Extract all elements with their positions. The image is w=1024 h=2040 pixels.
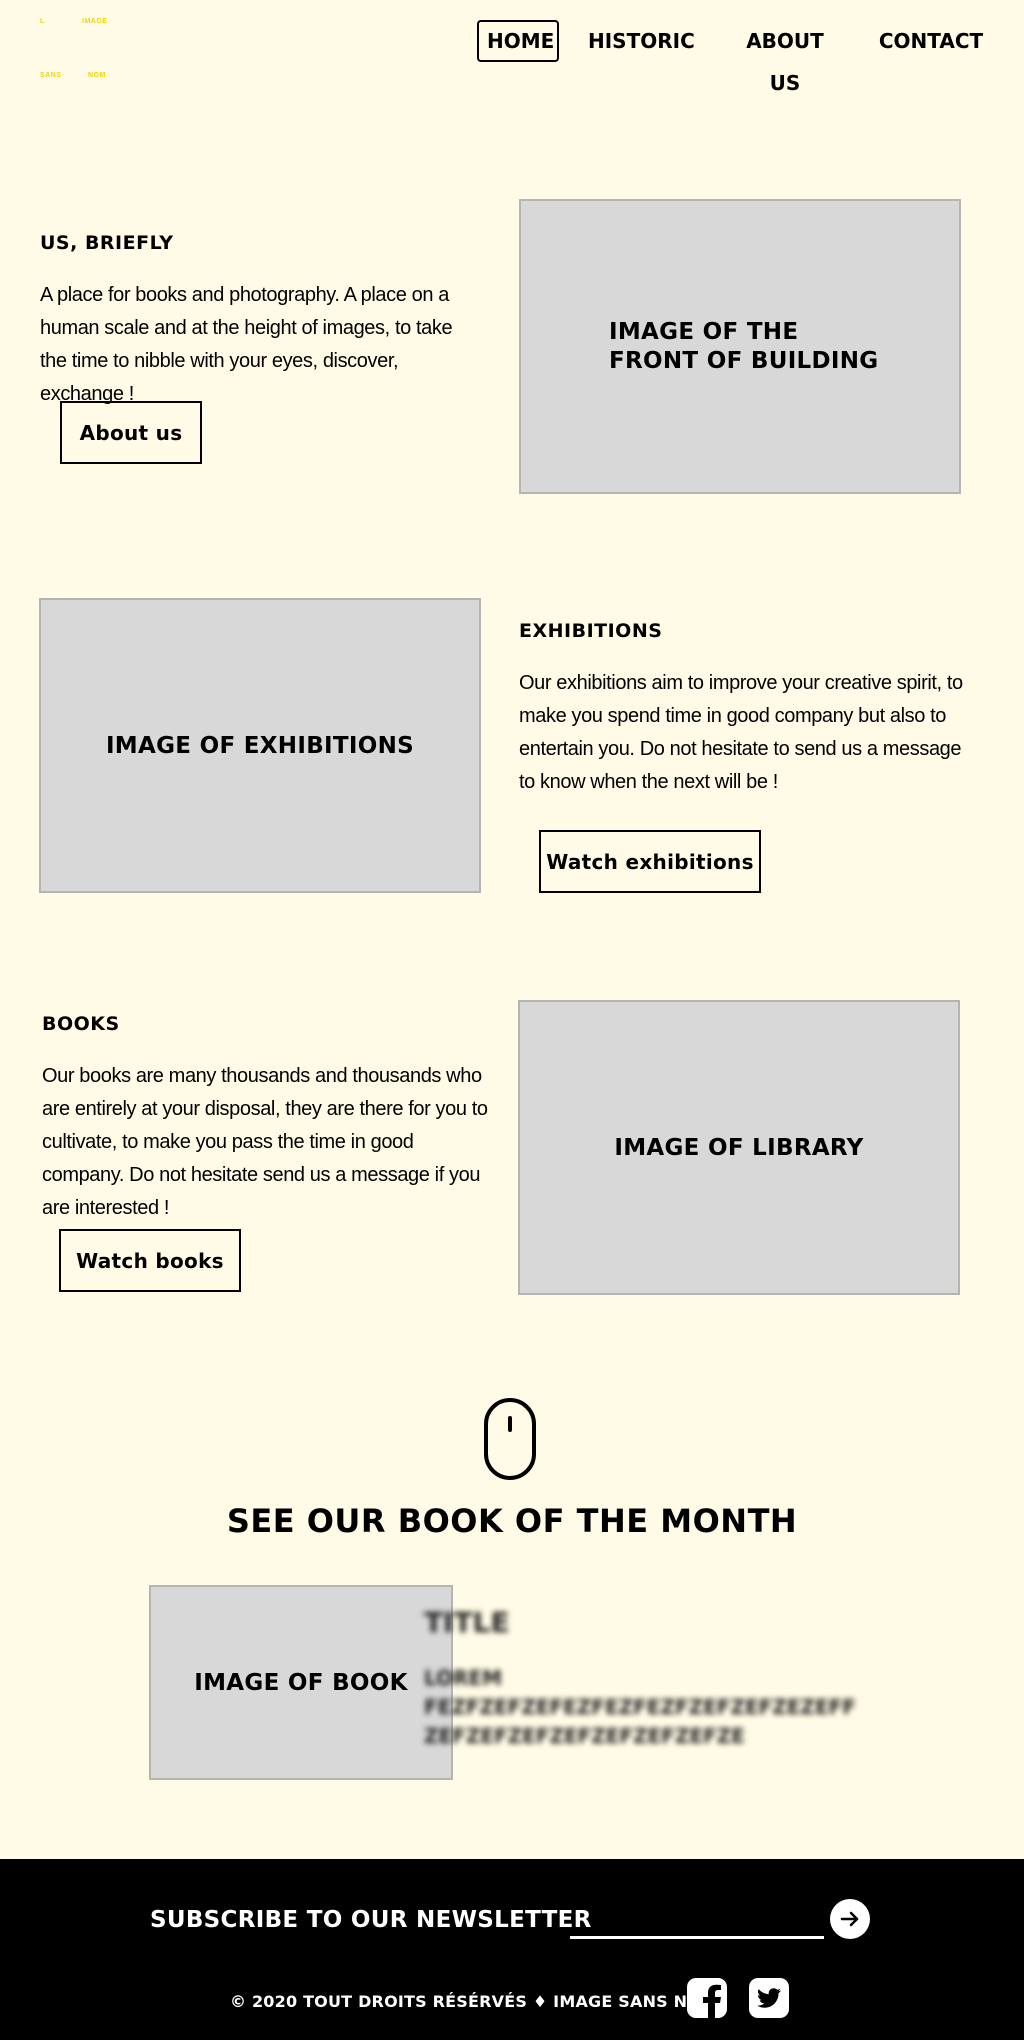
logo-text: SANS [40,72,62,79]
newsletter-title: SUBSCRIBE TO OUR NEWSLETTER [150,1907,592,1933]
image-label: IMAGE OF BOOK [194,1669,408,1696]
nav-historic[interactable]: HISTORIC [588,20,695,62]
nav-home[interactable]: HOME [477,20,559,62]
book-description: LOREM FEZFZEFZEFEZFEZFEZFZEFZEFZEZEFF ZE… [424,1664,894,1751]
book-text-line: LOREM [424,1666,502,1690]
newsletter-email-input[interactable] [570,1903,824,1939]
about-text: A place for books and photography. A pla… [40,284,453,405]
logo-text: IMAGE [82,18,108,25]
exhibitions-image-placeholder: IMAGE OF EXHIBITIONS [39,598,481,893]
library-image-placeholder: IMAGE OF LIBRARY [518,1000,960,1295]
facebook-link[interactable] [686,1977,728,2019]
building-image-placeholder: IMAGE OF THE FRONT OF BUILDING [519,199,961,494]
nav-about-us[interactable]: ABOUT US [730,20,840,95]
book-title: TITLE [424,1606,510,1639]
site-footer: SUBSCRIBE TO OUR NEWSLETTER © 2020 TOUT … [0,1859,1024,2040]
logo-text: NOM [88,72,106,79]
image-label: IMAGE OF THE FRONT OF BUILDING [609,318,879,374]
logo-text: L [40,18,45,25]
about-title: US, BRIEFLY [40,232,174,254]
book-text-line: FEZFZEFZEFEZFEZFEZFZEFZEFZEZEFF [424,1695,856,1719]
newsletter-submit-button[interactable] [830,1899,870,1939]
watch-books-button[interactable]: Watch books [59,1229,241,1292]
book-image-placeholder: IMAGE OF BOOK [149,1585,453,1780]
book-of-month-title: SEE OUR BOOK OF THE MONTH [226,1502,798,1540]
logo[interactable]: L IMAGE SANS NOM [38,16,108,86]
watch-exhibitions-button[interactable]: Watch exhibitions [539,830,761,893]
twitter-icon [749,1978,789,2018]
mouse-wheel-icon [508,1416,512,1432]
books-title: BOOKS [42,1013,120,1035]
facebook-icon [687,1978,727,2019]
exhibitions-title: EXHIBITIONS [519,620,663,642]
book-text-line: ZEFZEFZEFZEFZEFZEFZEFZE [424,1724,745,1748]
twitter-link[interactable] [748,1977,790,2019]
exhibitions-text: Our exhibitions aim to improve your crea… [519,672,963,793]
scroll-mouse-icon [484,1398,536,1480]
image-label: IMAGE OF LIBRARY [614,1134,864,1161]
nav-contact[interactable]: CONTACT [878,20,984,62]
image-label: IMAGE OF EXHIBITIONS [105,732,415,759]
arrow-right-icon [840,1911,859,1927]
about-us-button[interactable]: About us [60,401,202,464]
copyright-text: © 2020 TOUT DROITS RÉSÉRVÉS ♦ IMAGE SANS… [230,1992,718,2011]
books-text: Our books are many thousands and thousan… [42,1065,488,1219]
